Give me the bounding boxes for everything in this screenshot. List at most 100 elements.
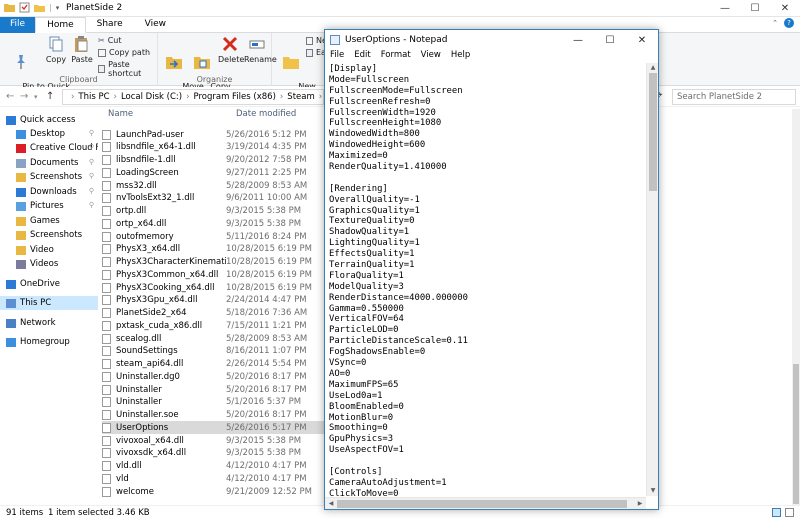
notepad-maximize-button[interactable]: ☐ (594, 30, 626, 50)
file-row[interactable]: Uninstaller 5/20/2016 8:17 PM (102, 383, 328, 396)
up-arrow-icon[interactable]: ↑ (46, 91, 54, 102)
rename-button[interactable]: Rename (244, 35, 277, 64)
file-row[interactable]: PhysX3Cooking_x64.dll 10/28/2015 6:19 PM (102, 281, 328, 294)
details-view-icon[interactable] (772, 508, 781, 517)
new-folder-small-icon[interactable] (34, 2, 45, 13)
sidebar-item-video[interactable]: Video (0, 243, 98, 257)
sidebar-item-downloads[interactable]: Downloads ⚲ (0, 185, 98, 199)
explorer-scrollbar-thumb[interactable] (793, 364, 799, 504)
file-row[interactable]: welcome 9/21/2009 12:52 PM (102, 485, 328, 497)
file-row[interactable]: SoundSettings 8/16/2011 1:07 PM (102, 345, 328, 358)
search-input[interactable]: Search PlanetSide 2 (672, 89, 796, 105)
file-row[interactable]: ortp.dll 9/3/2015 5:38 PM (102, 205, 328, 218)
menu-file[interactable]: File (325, 50, 349, 62)
file-row[interactable]: PhysX3Gpu_x64.dll 2/24/2014 4:47 PM (102, 294, 328, 307)
sidebar-item-videos[interactable]: Videos (0, 257, 98, 271)
copy-button[interactable]: Copy (44, 35, 68, 64)
file-row[interactable]: vivoxsdk_x64.dll 9/3/2015 5:38 PM (102, 447, 328, 460)
file-row[interactable]: PhysX3_x64.dll 10/28/2015 6:19 PM (102, 243, 328, 256)
help-icon[interactable]: ? (784, 18, 794, 28)
notepad-text-area[interactable]: [Display] Mode=Fullscreen FullscreenMode=F… (327, 64, 645, 496)
column-header-name[interactable]: Name (108, 109, 133, 123)
file-row[interactable]: outofmemory 5/11/2016 8:24 PM (102, 230, 328, 243)
back-arrow-icon[interactable]: ← (6, 91, 14, 102)
breadcrumb-program-files[interactable]: Program Files (x86) (193, 92, 275, 102)
file-row[interactable]: LoadingScreen 9/27/2011 2:25 PM (102, 166, 328, 179)
scroll-left-arrow-icon[interactable]: ◀ (325, 499, 337, 509)
file-row[interactable]: vld 4/12/2010 4:17 PM (102, 472, 328, 485)
ribbon-collapse-button[interactable]: ⌃ (772, 19, 778, 27)
menu-view[interactable]: View (416, 50, 446, 62)
file-row[interactable]: nvToolsExt32_1.dll 9/6/2011 10:00 AM (102, 192, 328, 205)
delete-button[interactable]: Delete (218, 35, 244, 64)
folder-icon[interactable] (4, 2, 15, 13)
tab-view[interactable]: View (134, 17, 177, 33)
notepad-horizontal-scrollbar-thumb[interactable] (337, 500, 627, 508)
notepad-minimize-button[interactable]: — (562, 30, 594, 50)
notepad-vertical-scrollbar[interactable]: ▲ ▼ (646, 63, 658, 496)
column-header-date[interactable]: Date modified (236, 109, 296, 123)
notepad-vertical-scrollbar-thumb[interactable] (649, 73, 657, 191)
sidebar-item-pictures[interactable]: Pictures ⚲ (0, 199, 98, 213)
file-row[interactable]: pxtask_cuda_x86.dll 7/15/2011 1:21 PM (102, 319, 328, 332)
explorer-scrollbar[interactable] (792, 109, 800, 505)
tab-share[interactable]: Share (86, 17, 134, 33)
easy-access-button[interactable]: Ea (306, 48, 326, 57)
properties-check-icon[interactable] (19, 2, 30, 13)
file-row[interactable]: mss32.dll 5/28/2009 8:53 AM (102, 179, 328, 192)
tab-home[interactable]: Home (35, 17, 86, 33)
sidebar-item-creative-cloud-f[interactable]: Creative Cloud F ⚲ (0, 141, 98, 155)
copy-path-button[interactable]: Copy path (98, 48, 150, 57)
address-path[interactable]: › This PC › Local Disk (C:) › Program Fi… (62, 89, 324, 105)
file-row[interactable]: PlanetSide2_x64 5/18/2016 7:36 AM (102, 307, 328, 320)
file-row[interactable]: PhysX3CharacterKinematic_x64.dll10/28/20… (102, 256, 328, 269)
maximize-button[interactable]: ☐ (740, 0, 770, 17)
menu-help[interactable]: Help (446, 50, 475, 62)
sidebar-item-documents[interactable]: Documents ⚲ (0, 156, 98, 170)
tab-file[interactable]: File (0, 17, 36, 33)
file-row[interactable]: scealog.dll 5/28/2009 8:53 AM (102, 332, 328, 345)
forward-arrow-icon[interactable]: → (20, 91, 28, 102)
chevron-down-icon[interactable]: ▾ (56, 4, 60, 12)
scroll-up-arrow-icon[interactable]: ▲ (647, 63, 659, 73)
file-row[interactable]: Uninstaller.soe 5/20/2016 8:17 PM (102, 409, 328, 422)
notepad-horizontal-scrollbar[interactable]: ◀ ▶ (325, 497, 646, 509)
file-row[interactable]: libsndfile_x64-1.dll 3/19/2014 4:35 PM (102, 141, 328, 154)
cut-button[interactable]: ✂ Cut (98, 36, 122, 45)
close-button[interactable]: ✕ (770, 0, 800, 17)
file-row[interactable]: UserOptions 5/26/2016 5:17 PM (102, 421, 328, 435)
file-row[interactable]: PhysX3Common_x64.dll 10/28/2015 6:19 PM (102, 268, 328, 281)
breadcrumb-this-pc[interactable]: This PC (78, 92, 109, 102)
file-date: 9/20/2012 7:58 PM (226, 155, 307, 165)
file-icon (102, 384, 111, 395)
sidebar-item-quick-access[interactable]: Quick access (0, 113, 98, 127)
sidebar-item-network[interactable]: Network (0, 316, 98, 330)
recent-locations-icon[interactable]: ▾ (34, 93, 38, 101)
minimize-button[interactable]: — (710, 0, 740, 17)
notepad-close-button[interactable]: ✕ (626, 30, 658, 50)
breadcrumb-local-disk[interactable]: Local Disk (C:) (121, 92, 182, 102)
file-row[interactable]: vivoxoal_x64.dll 9/3/2015 5:38 PM (102, 434, 328, 447)
breadcrumb-steam[interactable]: Steam (287, 92, 314, 102)
scroll-down-arrow-icon[interactable]: ▼ (647, 486, 659, 496)
file-row[interactable]: vld.dll 4/12/2010 4:17 PM (102, 460, 328, 473)
file-row[interactable]: steam_api64.dll 2/26/2014 5:54 PM (102, 358, 328, 371)
sidebar-item-desktop[interactable]: Desktop ⚲ (0, 127, 98, 141)
pin-icon: ⚲ (88, 201, 94, 209)
large-icons-view-icon[interactable] (785, 508, 794, 517)
file-row[interactable]: libsndfile-1.dll 9/20/2012 7:58 PM (102, 154, 328, 167)
file-row[interactable]: Uninstaller 5/1/2016 5:37 PM (102, 396, 328, 409)
sidebar-item-screenshots[interactable]: Screenshots (0, 228, 98, 242)
scroll-right-arrow-icon[interactable]: ▶ (634, 499, 646, 509)
sidebar-item-homegroup[interactable]: Homegroup (0, 335, 98, 349)
paste-button[interactable]: Paste (70, 35, 94, 64)
sidebar-item-this-pc[interactable]: This PC (0, 296, 98, 310)
file-row[interactable]: ortp_x64.dll 9/3/2015 5:38 PM (102, 217, 328, 230)
file-row[interactable]: LaunchPad-user 5/26/2016 5:12 PM (102, 128, 328, 141)
sidebar-item-onedrive[interactable]: OneDrive (0, 277, 98, 291)
sidebar-item-screenshots[interactable]: Screenshots ⚲ (0, 170, 98, 184)
menu-edit[interactable]: Edit (349, 50, 375, 62)
file-row[interactable]: Uninstaller.dg0 5/20/2016 8:17 PM (102, 370, 328, 383)
sidebar-item-games[interactable]: Games (0, 214, 98, 228)
menu-format[interactable]: Format (376, 50, 416, 62)
